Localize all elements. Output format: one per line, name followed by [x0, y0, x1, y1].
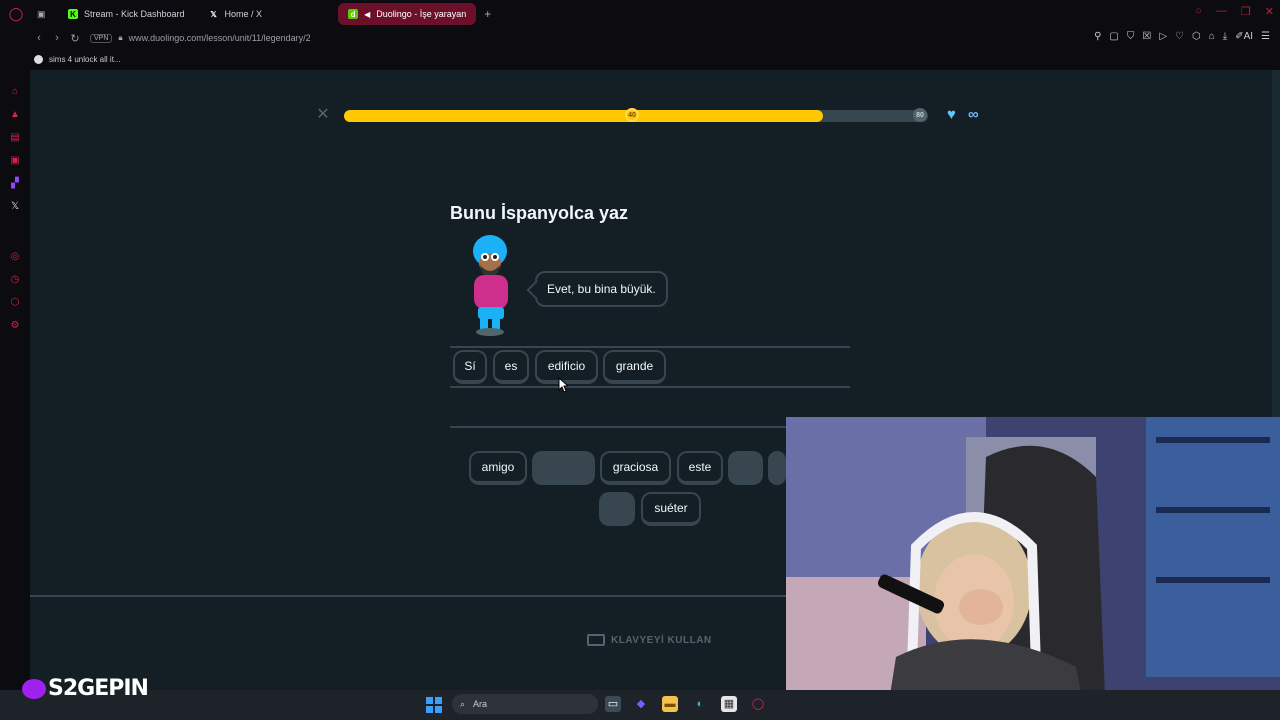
keyboard-icon: [587, 634, 605, 646]
windows-start-icon[interactable]: [426, 697, 442, 713]
screen: ◯ ▣ K Stream - Kick Dashboard 𝕏 Home / X…: [0, 0, 1280, 720]
answer-word[interactable]: grande: [603, 350, 666, 384]
bookmarks-bar: sims 4 unlock all it...: [0, 48, 1280, 70]
answer-word[interactable]: Sí: [453, 350, 487, 384]
speech-bubble: Evet, bu bina büyük.: [535, 271, 668, 307]
bookmark-item[interactable]: sims 4 unlock all it...: [49, 55, 121, 64]
play-icon[interactable]: ▷: [1159, 31, 1167, 42]
menu-icon[interactable]: ☰: [1261, 31, 1270, 42]
answer-word[interactable]: es: [493, 350, 529, 384]
download-icon[interactable]: ⤓: [1223, 31, 1227, 42]
reload-icon[interactable]: ↻: [66, 32, 84, 45]
lock-icon: 🔒︎: [118, 33, 123, 42]
forward-icon[interactable]: ›: [48, 32, 66, 44]
x-sidebar-icon[interactable]: 𝕏: [8, 200, 22, 214]
edge-icon[interactable]: ◐: [692, 696, 708, 712]
footer-divider: [30, 595, 790, 597]
extensions-icon[interactable]: ⬡: [1192, 31, 1201, 42]
close-window-icon[interactable]: ✕: [1265, 5, 1274, 18]
taskbar-search-placeholder: Ara: [473, 699, 488, 709]
heart-icon[interactable]: ♡: [1175, 31, 1184, 42]
progress-marker-end: 80: [913, 108, 927, 122]
bookmark-favicon-icon: [34, 54, 43, 64]
opera-taskbar-icon[interactable]: ◯: [750, 696, 766, 712]
home-sidebar-icon[interactable]: ⌂: [8, 85, 22, 99]
copilot-icon[interactable]: ◆: [633, 696, 649, 712]
progress-marker-mid: 40: [625, 108, 639, 122]
close-lesson-icon[interactable]: ✕: [315, 107, 331, 123]
bank-slot-used: [532, 451, 595, 485]
tab-duolingo[interactable]: d ◀ Duolingo - İşe yarayan: [338, 3, 477, 25]
use-keyboard-button[interactable]: KLAVYEYİ KULLAN: [587, 634, 712, 646]
snapshot-icon[interactable]: ▢: [1109, 31, 1118, 42]
answer-line-bottom: [450, 426, 790, 428]
tab-kick-dashboard[interactable]: K Stream - Kick Dashboard: [58, 3, 195, 25]
address-bar: ‹ › ↻ VPN 🔒︎ www.duolingo.com/lesson/uni…: [0, 28, 1280, 48]
character-illustration-icon: [473, 235, 508, 336]
vpn-badge[interactable]: VPN: [90, 33, 113, 43]
workspaces-icon: ▣: [37, 8, 46, 19]
pin-icon[interactable]: ⚲: [1094, 31, 1101, 42]
webcam-overlay: [786, 417, 1280, 720]
answer-line-mid: [450, 386, 850, 388]
player-sidebar-icon[interactable]: ◎: [8, 250, 22, 264]
heart-icon: ♥: [947, 106, 956, 123]
store-icon[interactable]: ▦: [721, 696, 737, 712]
search-tabs-icon[interactable]: ○: [1195, 5, 1202, 18]
bank-slot-used: [599, 492, 635, 526]
kick-icon: K: [68, 9, 78, 19]
bank-word[interactable]: este: [677, 451, 723, 485]
bank-word[interactable]: amigo: [469, 451, 527, 485]
file-explorer-icon[interactable]: ▬: [662, 696, 678, 712]
shield-icon[interactable]: ⛉: [1127, 31, 1135, 42]
progress-fill: [344, 110, 823, 122]
tab-workspaces[interactable]: ▣: [32, 3, 54, 25]
window-controls: ○ — ❐ ✕: [1195, 5, 1274, 18]
history-sidebar-icon[interactable]: ◷: [8, 273, 22, 287]
task-view-icon[interactable]: ▭: [605, 696, 621, 712]
tab-x-home[interactable]: 𝕏 Home / X: [199, 3, 273, 25]
eye-logo-icon: [22, 679, 46, 699]
mouse-cursor-icon: [558, 377, 568, 393]
media-sidebar-icon[interactable]: ▣: [8, 154, 22, 168]
duolingo-icon: d: [348, 9, 359, 19]
bank-word[interactable]: graciosa: [600, 451, 671, 485]
close-tab-icon[interactable]: ☒: [1142, 31, 1151, 42]
tab-label: Home / X: [224, 9, 263, 19]
streamer-webcam-image: [786, 417, 1280, 720]
hearts-count: ∞: [968, 106, 979, 123]
bag-sidebar-icon[interactable]: ▲: [8, 108, 22, 122]
answer-line-top: [450, 346, 850, 348]
speaker-icon: ◀: [364, 9, 371, 19]
bank-word[interactable]: suéter: [641, 492, 701, 526]
twitch-sidebar-icon[interactable]: ▞: [8, 177, 22, 191]
use-keyboard-label: KLAVYEYİ KULLAN: [611, 634, 712, 646]
bank-slot-used: [768, 451, 786, 485]
tab-label: Stream - Kick Dashboard: [84, 9, 185, 19]
maximize-icon[interactable]: ❐: [1241, 5, 1251, 18]
minimize-icon[interactable]: —: [1216, 5, 1227, 18]
wallet-icon[interactable]: ⌂: [1209, 31, 1215, 42]
streamer-logo-text: S2GEPIN: [48, 676, 149, 701]
browser-sidebar: ⌂ ▲ ▤ ▣ ▞ 𝕏 ◎ ◷ ⬡ ⚙: [0, 48, 30, 690]
back-icon[interactable]: ‹: [30, 32, 48, 44]
challenge-title: Bunu İspanyolca yaz: [450, 203, 629, 223]
opera-logo-icon[interactable]: ◯: [0, 0, 32, 28]
browser-tabbar: ◯ ▣ K Stream - Kick Dashboard 𝕏 Home / X…: [0, 0, 1280, 28]
x-icon: 𝕏: [210, 9, 217, 19]
search-icon: ⌕: [460, 698, 466, 709]
new-tab-button[interactable]: +: [484, 7, 491, 21]
extensions-sidebar-icon[interactable]: ⬡: [8, 296, 22, 310]
settings-sidebar-icon[interactable]: ⚙: [8, 319, 22, 333]
messenger-sidebar-icon[interactable]: ▤: [8, 131, 22, 145]
taskbar-search[interactable]: ⌕ Ara: [452, 694, 598, 714]
tab-label: Duolingo - İşe yarayan: [376, 9, 467, 19]
prompt-sentence: Evet, bu bina büyük.: [547, 282, 656, 296]
bank-slot-used: [728, 451, 763, 485]
url-field[interactable]: www.duolingo.com/lesson/unit/11/legendar…: [129, 33, 311, 43]
lesson-progress-bar: 40 80: [344, 108, 928, 122]
ai-icon[interactable]: ✐AI: [1235, 31, 1253, 42]
streamer-logo: S2GEPIN: [22, 676, 149, 701]
browser-toolbar: ⚲ ▢ ⛉ ☒ ▷ ♡ ⬡ ⌂ ⤓ ✐AI ☰: [1094, 31, 1270, 42]
